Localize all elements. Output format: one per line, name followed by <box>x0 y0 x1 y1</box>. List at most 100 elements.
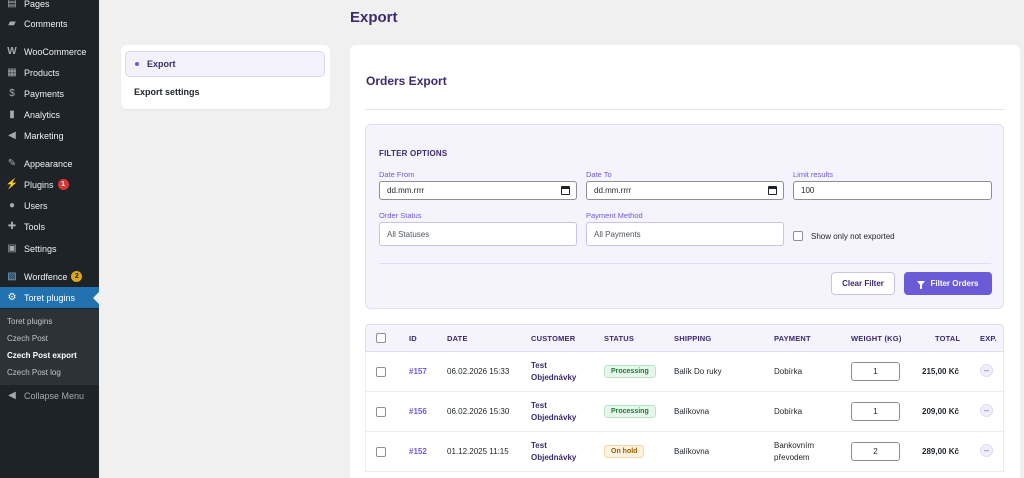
select-all-checkbox[interactable] <box>376 333 386 343</box>
sidebar-item-plugins[interactable]: ⚡ Plugins 1 <box>0 174 99 195</box>
customer-second-line: Objednávky <box>531 453 577 462</box>
nav-item-export[interactable]: Export <box>125 51 325 77</box>
sidebar-item-analytics[interactable]: ▮ Analytics <box>0 104 99 125</box>
order-id-link[interactable]: #156 <box>409 407 427 416</box>
sidebar-item-users[interactable]: ● Users <box>0 195 99 216</box>
nav-item-export-settings[interactable]: Export settings <box>125 79 325 105</box>
products-icon: ▦ <box>7 67 17 78</box>
table-row[interactable]: #152 01.12.2025 11:15 Test Objednávky On… <box>365 432 1004 472</box>
wordfence-icon: ▧ <box>7 271 17 282</box>
column-header-id[interactable]: ID <box>409 334 417 343</box>
column-header-payment[interactable]: PAYMENT <box>774 334 811 343</box>
shipping-method: Balík Do ruky <box>674 367 722 376</box>
sidebar-item-comments[interactable]: ▰ Comments <box>0 13 99 34</box>
toret-submenu: Toret plugins Czech Post Czech Post expo… <box>0 309 99 385</box>
submenu-item-czech-post[interactable]: Czech Post <box>7 334 48 343</box>
sidebar-item-label: Tools <box>24 221 46 232</box>
order-id-link[interactable]: #157 <box>409 367 427 376</box>
nav-item-label: Export <box>147 59 176 69</box>
payment-second-line: převodem <box>774 453 810 462</box>
appearance-icon: ✎ <box>7 158 17 169</box>
date-to-input[interactable]: dd.mm.rrrr <box>586 181 784 200</box>
sidebar-item-appearance[interactable]: ✎ Appearance <box>0 153 99 174</box>
weight-input[interactable]: 2 <box>851 442 900 461</box>
collapse-menu-label: Collapse Menu <box>24 390 85 401</box>
order-id-link[interactable]: #152 <box>409 447 427 456</box>
divider <box>365 109 1005 110</box>
filter-orders-button[interactable]: Filter Orders <box>904 272 992 295</box>
payments-icon: $ <box>9 88 15 99</box>
column-header-date[interactable]: DATE <box>447 334 468 343</box>
status-badge: On hold <box>604 445 645 458</box>
table-row[interactable]: #156 06.02.2026 15:30 Test Objednávky Pr… <box>365 392 1004 432</box>
calendar-icon[interactable] <box>561 186 570 195</box>
payment-method: Dobírka <box>774 407 803 416</box>
order-status-label: Order Status <box>379 211 422 220</box>
order-date: 01.12.2025 11:15 <box>447 447 509 456</box>
woocommerce-icon: W <box>7 46 17 57</box>
status-badge: Processing <box>604 405 656 418</box>
sidebar-item-toret-plugins[interactable]: ⚙ Toret plugins <box>0 287 99 308</box>
nav-item-label: Export settings <box>134 87 200 97</box>
sidebar-item-tools[interactable]: ✚ Tools <box>0 216 99 237</box>
sidebar-item-payments[interactable]: $ Payments <box>0 83 99 104</box>
sidebar-item-label: Appearance <box>24 158 73 169</box>
collapse-menu-button[interactable]: ◀ Collapse Menu <box>0 385 99 406</box>
row-checkbox[interactable] <box>376 447 386 457</box>
card-title: Orders Export <box>366 74 447 88</box>
payment-first-line: Bankovním <box>774 441 815 450</box>
only-not-exported-checkbox[interactable] <box>793 231 803 241</box>
clear-filter-button[interactable]: Clear Filter <box>831 272 895 295</box>
weight-input[interactable]: 1 <box>851 402 900 421</box>
submenu-item-czech-post-export[interactable]: Czech Post export <box>7 351 77 360</box>
sidebar-item-label: Marketing <box>24 130 64 141</box>
column-header-status[interactable]: STATUS <box>604 334 634 343</box>
funnel-icon <box>917 281 926 289</box>
table-header: ID DATE CUSTOMER STATUS SHIPPING PAYMENT… <box>365 324 1004 352</box>
weight-input[interactable]: 1 <box>851 362 900 381</box>
order-status-select[interactable]: All Statuses <box>379 222 577 246</box>
wordfence-alert-badge: 2 <box>71 271 83 282</box>
submenu-item-toret-plugins[interactable]: Toret plugins <box>7 317 52 326</box>
table-row[interactable]: #157 06.02.2026 15:33 Test Objednávky Pr… <box>365 352 1004 392</box>
payment-method: Dobírka <box>774 367 803 376</box>
collapse-icon: ◀ <box>8 390 16 401</box>
status-badge: Processing <box>604 365 656 378</box>
customer-first-line: Test <box>531 361 547 370</box>
customer-name: Test Objednávky <box>531 400 576 424</box>
customer-name: Test Objednávky <box>531 360 576 384</box>
sidebar-item-woocommerce[interactable]: W WooCommerce <box>0 41 99 62</box>
payment-method-select[interactable]: All Payments <box>586 222 784 246</box>
column-header-shipping[interactable]: SHIPPING <box>674 334 711 343</box>
sidebar-item-wordfence[interactable]: ▧ Wordfence 2 <box>0 266 99 287</box>
limit-results-input[interactable]: 100 <box>793 181 992 200</box>
sidebar-item-label: Settings <box>24 243 57 254</box>
sidebar-item-label: Comments <box>24 18 68 29</box>
row-checkbox[interactable] <box>376 367 386 377</box>
calendar-icon[interactable] <box>768 186 777 195</box>
sidebar-item-label: WooCommerce <box>24 46 87 57</box>
customer-first-line: Test <box>531 401 547 410</box>
date-from-input[interactable]: dd.mm.rrrr <box>379 181 577 200</box>
column-header-customer[interactable]: CUSTOMER <box>531 334 575 343</box>
active-dot-icon <box>135 62 139 66</box>
column-header-exp[interactable]: EXP. <box>980 334 997 343</box>
sidebar-item-pages[interactable]: ▤ Pages <box>0 0 99 14</box>
export-status-icon: – <box>980 364 993 377</box>
only-not-exported-label: Show only not exported <box>811 231 895 241</box>
submenu-item-czech-post-log[interactable]: Czech Post log <box>7 368 61 377</box>
sidebar-item-products[interactable]: ▦ Products <box>0 62 99 83</box>
sidebar-item-label: Pages <box>24 0 50 9</box>
date-to-label: Date To <box>586 170 612 179</box>
sidebar-item-settings[interactable]: ▣ Settings <box>0 238 99 259</box>
column-header-weight[interactable]: WEIGHT (KG) <box>851 334 902 343</box>
filter-panel: FILTER OPTIONS Date From dd.mm.rrrr Date… <box>365 124 1004 309</box>
customer-name: Test Objednávky <box>531 440 576 464</box>
sidebar-item-marketing[interactable]: ◀ Marketing <box>0 125 99 146</box>
row-checkbox[interactable] <box>376 407 386 417</box>
filter-title: FILTER OPTIONS <box>379 149 448 158</box>
column-header-total[interactable]: TOTAL <box>935 334 960 343</box>
only-not-exported-toggle[interactable]: Show only not exported <box>793 231 895 241</box>
export-status-icon: – <box>980 444 993 457</box>
order-total: 215,00 Kč <box>922 367 959 376</box>
